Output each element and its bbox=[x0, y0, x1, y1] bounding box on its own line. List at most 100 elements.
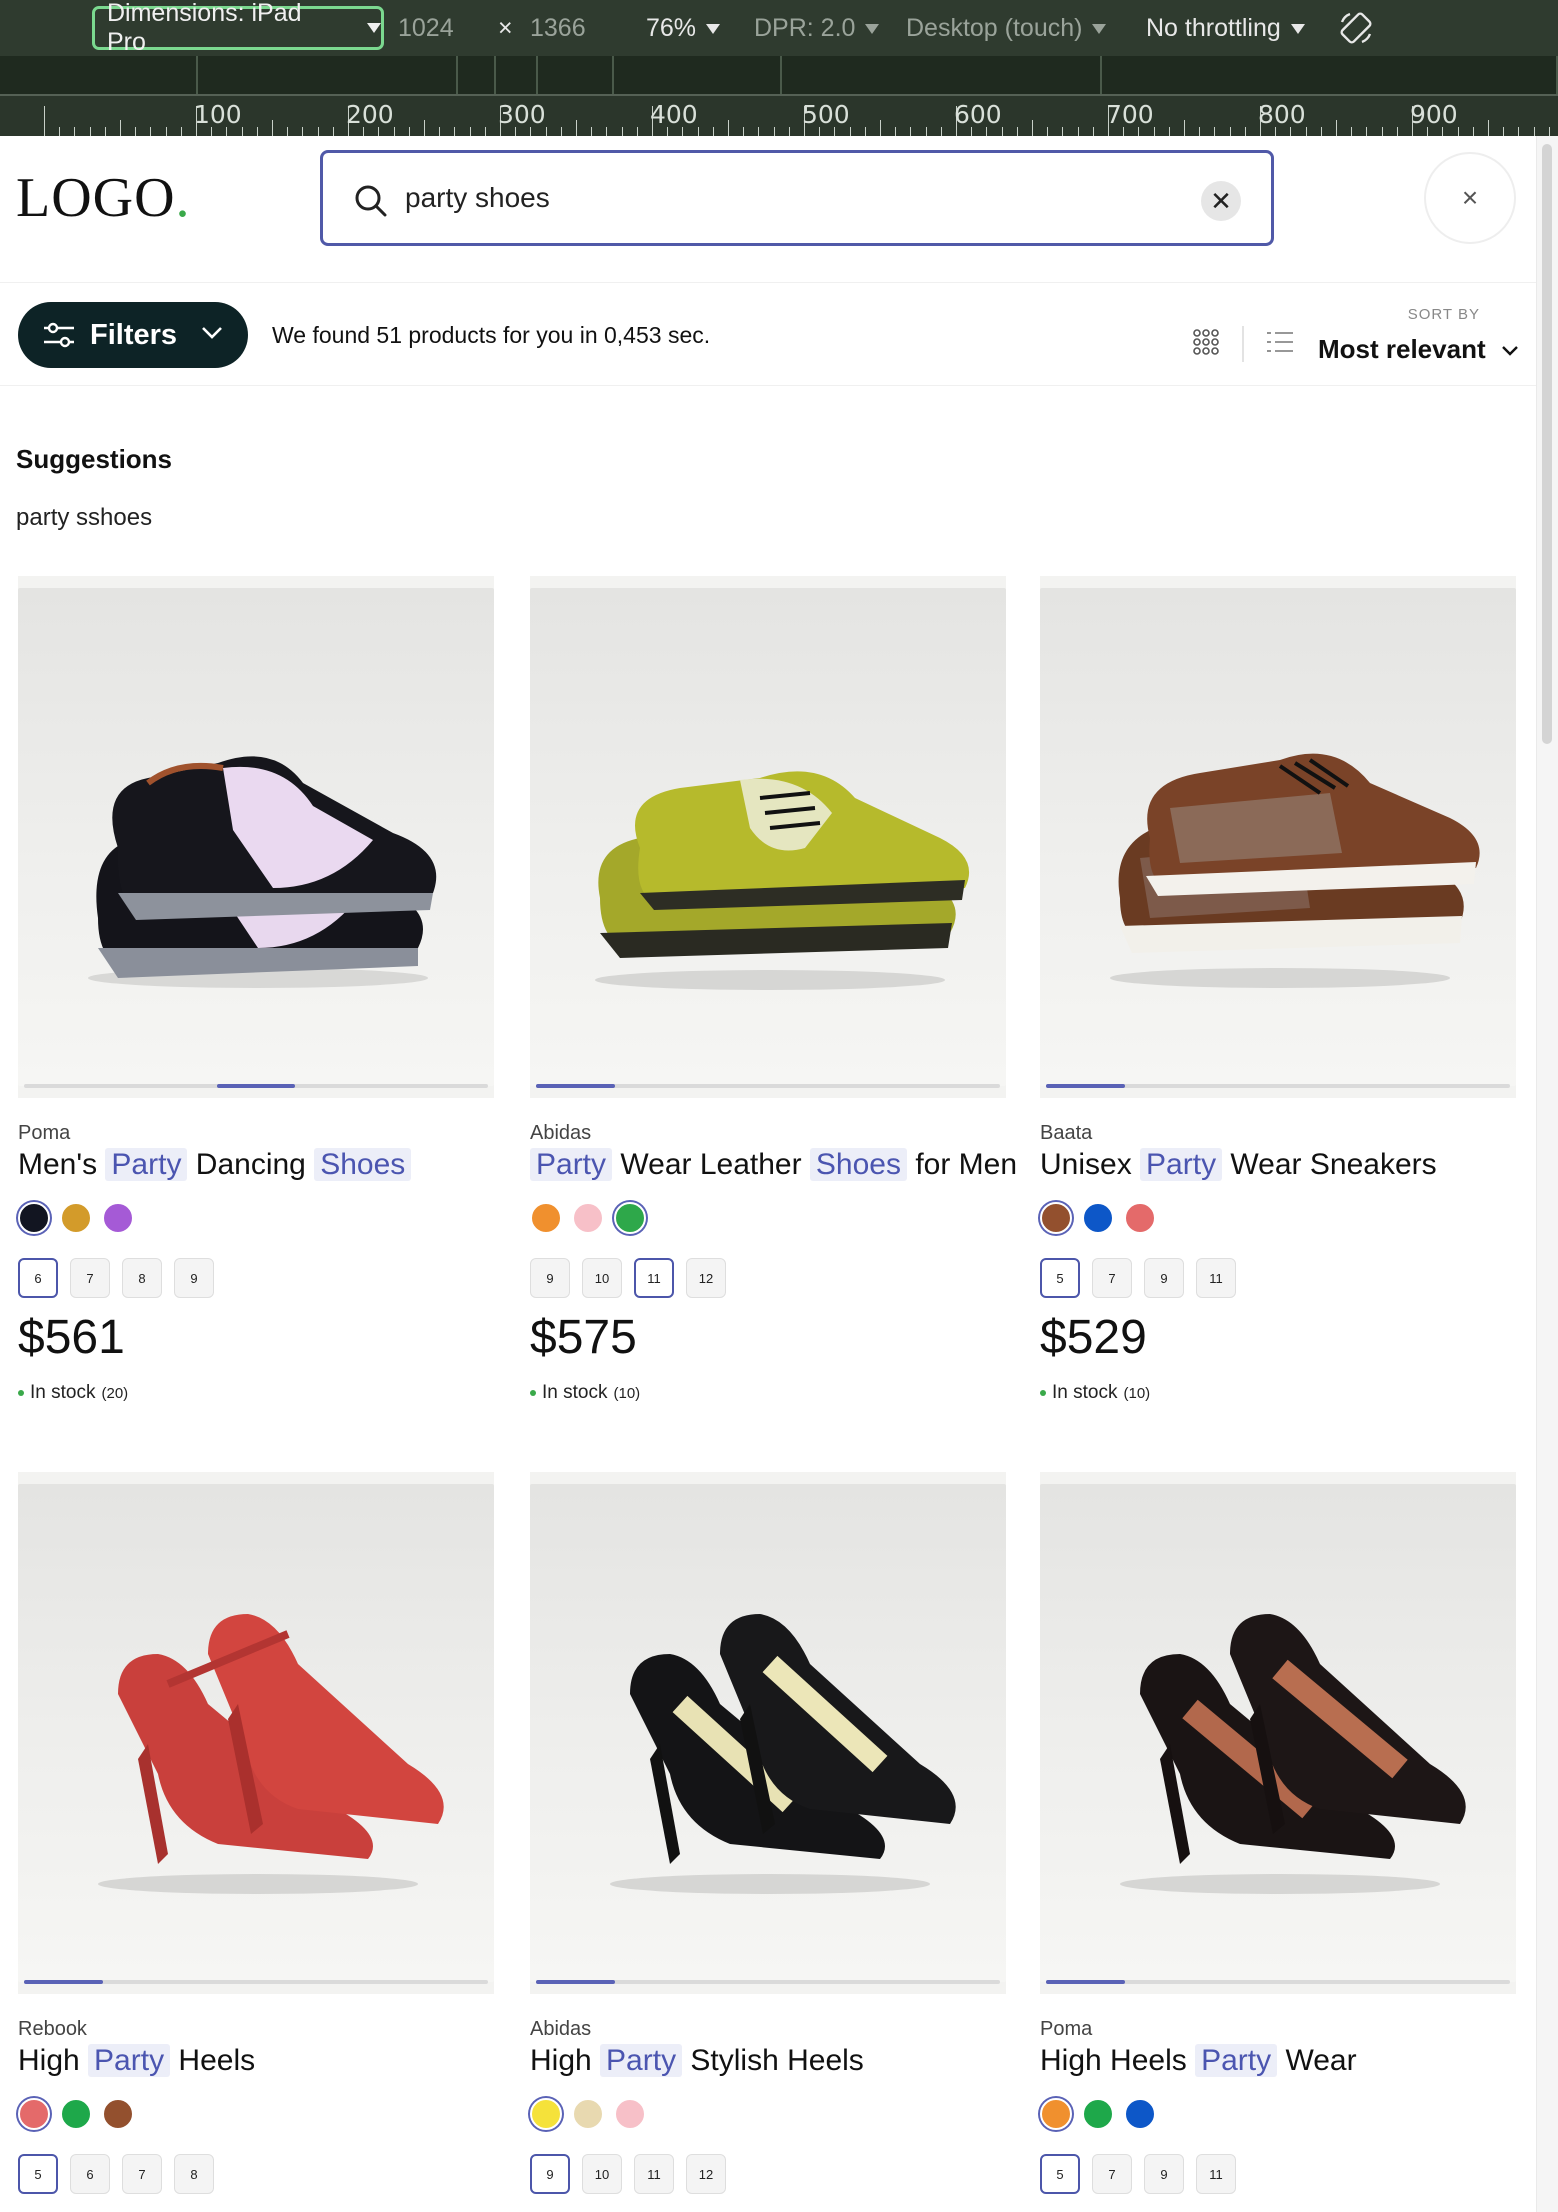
color-swatches bbox=[530, 1202, 646, 1234]
color-swatch[interactable] bbox=[1040, 1202, 1072, 1234]
color-swatch[interactable] bbox=[102, 1202, 134, 1234]
product-title[interactable]: High Party Heels bbox=[18, 2044, 255, 2078]
shoe-image bbox=[1110, 753, 1480, 988]
product-title[interactable]: High Heels Party Wear bbox=[1040, 2044, 1357, 2078]
color-swatch[interactable] bbox=[1124, 2098, 1156, 2130]
width-input[interactable]: 1024 bbox=[398, 14, 454, 43]
product-brand: Poma bbox=[1040, 2018, 1093, 2040]
logo[interactable]: LOGO. bbox=[16, 166, 191, 230]
color-swatch[interactable] bbox=[530, 1202, 562, 1234]
size-option[interactable]: 10 bbox=[582, 1258, 622, 1298]
zoom-select[interactable]: 76% bbox=[646, 14, 721, 43]
color-swatch[interactable] bbox=[60, 2098, 92, 2130]
color-swatch[interactable] bbox=[1124, 1202, 1156, 1234]
color-swatch[interactable] bbox=[1082, 2098, 1114, 2130]
height-input[interactable]: 1366 bbox=[530, 14, 586, 43]
device-mode-select[interactable]: Desktop (touch) bbox=[906, 14, 1107, 43]
search-input[interactable] bbox=[405, 175, 1105, 221]
size-option[interactable]: 7 bbox=[1092, 1258, 1132, 1298]
rotate-device-icon[interactable] bbox=[1338, 10, 1374, 46]
dimensions-label: Dimensions: iPad Pro bbox=[107, 0, 302, 56]
chevron-down-icon bbox=[1092, 24, 1107, 35]
color-swatch[interactable] bbox=[102, 2098, 134, 2130]
product-image[interactable] bbox=[18, 1472, 494, 1994]
size-option[interactable]: 12 bbox=[686, 1258, 726, 1298]
sliders-icon bbox=[44, 322, 74, 348]
sort-select[interactable]: Most relevant bbox=[1318, 334, 1520, 365]
suggestion-item[interactable]: party sshoes bbox=[16, 504, 152, 532]
size-option[interactable]: 8 bbox=[122, 1258, 162, 1298]
product-image[interactable] bbox=[1040, 1472, 1516, 1994]
product-title[interactable]: Party Wear Leather Shoes for Men bbox=[530, 1148, 1017, 1182]
product-price: $561 bbox=[18, 1311, 125, 1364]
color-swatch[interactable] bbox=[614, 2098, 646, 2130]
clear-icon: ✕ bbox=[1210, 185, 1232, 216]
close-search-button[interactable]: × bbox=[1424, 152, 1516, 244]
scrollbar-thumb[interactable] bbox=[1542, 144, 1552, 744]
ruler-label: 200 bbox=[346, 100, 394, 129]
size-option[interactable]: 8 bbox=[174, 2154, 214, 2194]
image-carousel-progress bbox=[1046, 1980, 1510, 1984]
grid-view-icon[interactable] bbox=[1192, 328, 1220, 356]
size-option[interactable]: 10 bbox=[582, 2154, 622, 2194]
size-option[interactable]: 5 bbox=[1040, 1258, 1080, 1298]
size-option[interactable]: 5 bbox=[1040, 2154, 1080, 2194]
filters-button[interactable]: Filters bbox=[18, 302, 248, 368]
product-title[interactable]: Unisex Party Wear Sneakers bbox=[1040, 1148, 1437, 1182]
title-text: High bbox=[18, 2044, 89, 2077]
size-option[interactable]: 12 bbox=[686, 2154, 726, 2194]
dpr-select[interactable]: DPR: 2.0 bbox=[754, 14, 880, 43]
size-option[interactable]: 7 bbox=[1092, 2154, 1132, 2194]
size-option[interactable]: 9 bbox=[530, 1258, 570, 1298]
product-image[interactable] bbox=[18, 576, 494, 1098]
color-swatch[interactable] bbox=[614, 1202, 646, 1234]
color-swatch[interactable] bbox=[18, 2098, 50, 2130]
size-option[interactable]: 9 bbox=[174, 1258, 214, 1298]
close-icon: × bbox=[1461, 182, 1479, 213]
shoe-image bbox=[595, 771, 970, 990]
product-image-background bbox=[1040, 1484, 1516, 1982]
page-viewport: LOGO. ✕ × Filters We found 51 products f… bbox=[0, 136, 1558, 2212]
list-view-icon[interactable] bbox=[1266, 330, 1294, 354]
size-option[interactable]: 7 bbox=[70, 1258, 110, 1298]
color-swatch[interactable] bbox=[530, 2098, 562, 2130]
image-carousel-progress-fill bbox=[1046, 1980, 1125, 1984]
size-option[interactable]: 7 bbox=[122, 2154, 162, 2194]
size-option[interactable]: 6 bbox=[18, 1258, 58, 1298]
search-highlight: Shoes bbox=[314, 1148, 412, 1181]
size-options: 5678 bbox=[18, 2154, 214, 2194]
color-swatch[interactable] bbox=[18, 1202, 50, 1234]
clear-search-button[interactable]: ✕ bbox=[1201, 181, 1241, 221]
size-option[interactable]: 9 bbox=[1144, 2154, 1184, 2194]
color-swatches bbox=[18, 1202, 134, 1234]
product-title[interactable]: High Party Stylish Heels bbox=[530, 2044, 864, 2078]
size-option[interactable]: 9 bbox=[530, 2154, 570, 2194]
chevron-down-icon bbox=[706, 24, 721, 35]
product-title[interactable]: Men's Party Dancing Shoes bbox=[18, 1148, 412, 1182]
title-text: Dancing bbox=[187, 1148, 315, 1181]
product-image[interactable] bbox=[530, 1472, 1006, 1994]
sort-by-label: SORT BY bbox=[1407, 306, 1480, 323]
product-image[interactable] bbox=[530, 576, 1006, 1098]
size-option[interactable]: 5 bbox=[18, 2154, 58, 2194]
dimensions-select[interactable]: Dimensions: iPad Pro bbox=[92, 0, 384, 56]
image-carousel-progress bbox=[24, 1980, 488, 1984]
color-swatch[interactable] bbox=[1082, 1202, 1114, 1234]
size-option[interactable]: 9 bbox=[1144, 1258, 1184, 1298]
size-option[interactable]: 11 bbox=[1196, 1258, 1236, 1298]
product-image[interactable] bbox=[1040, 576, 1516, 1098]
size-option[interactable]: 6 bbox=[70, 2154, 110, 2194]
size-option[interactable]: 11 bbox=[1196, 2154, 1236, 2194]
color-swatch[interactable] bbox=[60, 1202, 92, 1234]
color-swatch[interactable] bbox=[572, 1202, 604, 1234]
color-swatch[interactable] bbox=[1040, 2098, 1072, 2130]
size-option[interactable]: 11 bbox=[634, 1258, 674, 1298]
throttling-select[interactable]: No throttling bbox=[1146, 14, 1305, 43]
ruler: 100200300400500600700800900100 bbox=[0, 94, 1558, 136]
device-mode-label: Desktop (touch) bbox=[906, 14, 1083, 42]
ruler-label: 400 bbox=[650, 100, 698, 129]
size-option[interactable]: 11 bbox=[634, 2154, 674, 2194]
title-text: Wear Sneakers bbox=[1222, 1148, 1437, 1181]
stock-status: In stock (20) bbox=[18, 1382, 128, 1404]
color-swatch[interactable] bbox=[572, 2098, 604, 2130]
